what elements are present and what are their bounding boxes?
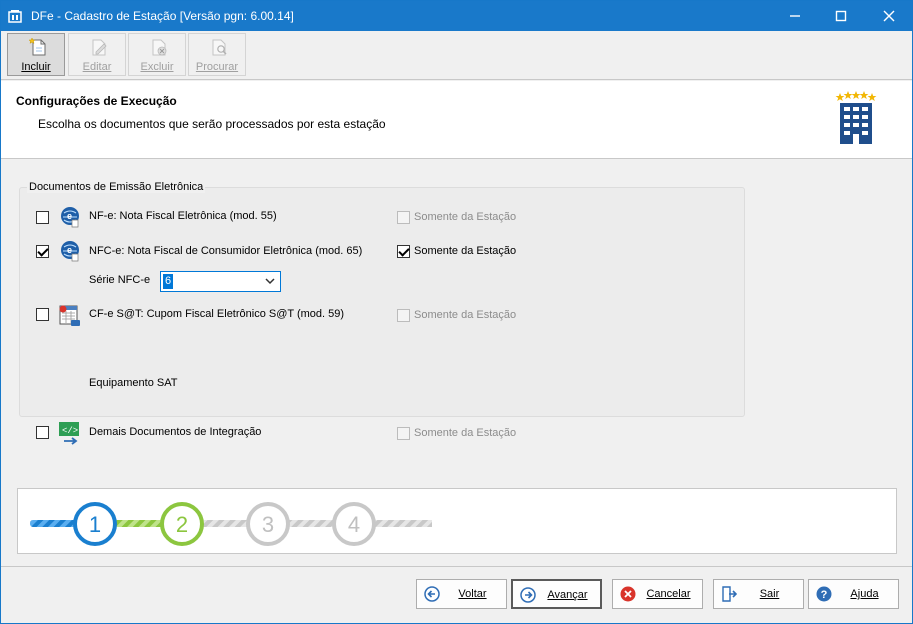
title-bar: DFe - Cadastro de Estação [Versão pgn: 6… [1, 1, 912, 31]
maximize-icon [835, 10, 847, 22]
integration-only-station-checkbox[interactable] [397, 427, 410, 440]
step-1-label: 1 [89, 512, 101, 537]
group-title: Documentos de Emissão Eletrônica [27, 181, 206, 193]
include-label: Incluir [21, 61, 51, 73]
step-connector-3 [202, 520, 432, 527]
minimize-icon [790, 15, 800, 17]
arrow-right-circle-icon [520, 587, 536, 603]
cfe-label: CF-e S@T: Cupom Fiscal Eletrônico S@T (m… [89, 308, 345, 320]
search-button[interactable]: Procurar [188, 33, 246, 76]
nfe-document-icon: e [61, 207, 79, 228]
back-label: Voltar [458, 588, 487, 600]
nfe-only-station-label: Somente da Estação [414, 211, 517, 223]
cancel-label: Cancelar [646, 588, 691, 600]
step-2[interactable]: 2 [160, 502, 204, 546]
nfce-label: NFC-e: Nota Fiscal de Consumidor Eletrôn… [89, 245, 363, 257]
page-subtitle: Escolha os documentos que serão processa… [38, 117, 386, 131]
edit-label: Editar [82, 61, 112, 73]
arrow-left-circle-icon [424, 586, 440, 602]
building-stars-icon [835, 91, 877, 144]
include-button[interactable]: Incluir [7, 33, 65, 76]
delete-button[interactable]: Excluir [128, 33, 186, 76]
nfce-only-station-checkbox[interactable] [397, 245, 410, 258]
svg-text:</>: </> [62, 426, 78, 436]
nfe-checkbox[interactable] [36, 211, 49, 224]
svg-text:?: ? [821, 589, 828, 601]
cfe-only-station-checkbox[interactable] [397, 309, 410, 322]
search-label: Procurar [195, 61, 239, 73]
exit-label: Sair [759, 588, 780, 600]
step-3-label: 3 [262, 512, 274, 537]
close-button[interactable] [866, 1, 912, 31]
svg-text:e: e [67, 245, 72, 255]
wizard-progress-panel: 1 2 3 4 [17, 488, 897, 554]
help-button[interactable]: ? Ajuda [808, 579, 899, 609]
edit-document-icon [92, 39, 107, 56]
page-title: Configurações de Execução [16, 94, 177, 108]
cfe-only-station-label: Somente da Estação [414, 309, 517, 321]
close-icon [883, 10, 895, 22]
cfe-sat-document-icon [59, 305, 80, 326]
chevron-down-icon [265, 278, 275, 285]
integration-checkbox[interactable] [36, 426, 49, 439]
app-icon [8, 10, 22, 23]
step-2-label: 2 [176, 512, 188, 537]
step-1[interactable]: 1 [73, 502, 117, 546]
cancel-button[interactable]: Cancelar [612, 579, 703, 609]
step-4[interactable]: 4 [332, 502, 376, 546]
delete-document-icon [152, 39, 167, 56]
next-label: Avançar [547, 589, 588, 601]
integration-only-station-label: Somente da Estação [414, 427, 517, 439]
cfe-checkbox[interactable] [36, 308, 49, 321]
back-button[interactable]: Voltar [416, 579, 507, 609]
minimize-button[interactable] [772, 1, 818, 31]
serie-nfce-select[interactable]: 6 [160, 271, 281, 292]
nfe-only-station-checkbox[interactable] [397, 211, 410, 224]
exit-door-icon [722, 586, 737, 602]
sat-equipment-label: Equipamento SAT [89, 377, 178, 389]
nfce-checkbox[interactable] [36, 245, 49, 258]
footer-separator [1, 566, 912, 567]
app-window: DFe - Cadastro de Estação [Versão pgn: 6… [0, 0, 913, 624]
help-label: Ajuda [850, 588, 879, 600]
toolbar: Incluir Editar Excluir Procurar [1, 31, 912, 80]
svg-text:e: e [67, 211, 72, 221]
integration-label: Demais Documentos de Integração [89, 426, 262, 438]
wizard-steps: 1 2 3 4 [30, 502, 432, 546]
delete-label: Excluir [140, 61, 174, 73]
nfce-only-station-label: Somente da Estação [414, 245, 517, 257]
serie-nfce-value: 6 [163, 274, 174, 289]
step-4-label: 4 [348, 512, 360, 537]
help-circle-icon: ? [816, 586, 832, 602]
code-integration-icon: </> [59, 422, 79, 445]
page-header: Configurações de Execução Escolha os doc… [1, 81, 912, 159]
window-title: DFe - Cadastro de Estação [Versão pgn: 6… [31, 9, 294, 23]
new-document-icon [28, 37, 46, 56]
nfe-label: NF-e: Nota Fiscal Eletrônica (mod. 55) [89, 210, 277, 222]
nfce-document-icon: e [61, 241, 79, 262]
step-3[interactable]: 3 [246, 502, 290, 546]
search-document-icon [212, 39, 227, 56]
exit-button[interactable]: Sair [713, 579, 804, 609]
next-button[interactable]: Avançar [511, 579, 602, 609]
edit-button[interactable]: Editar [68, 33, 126, 76]
maximize-button[interactable] [818, 1, 864, 31]
serie-nfce-label: Série NFC-e [89, 274, 151, 286]
cancel-circle-icon [620, 586, 636, 602]
